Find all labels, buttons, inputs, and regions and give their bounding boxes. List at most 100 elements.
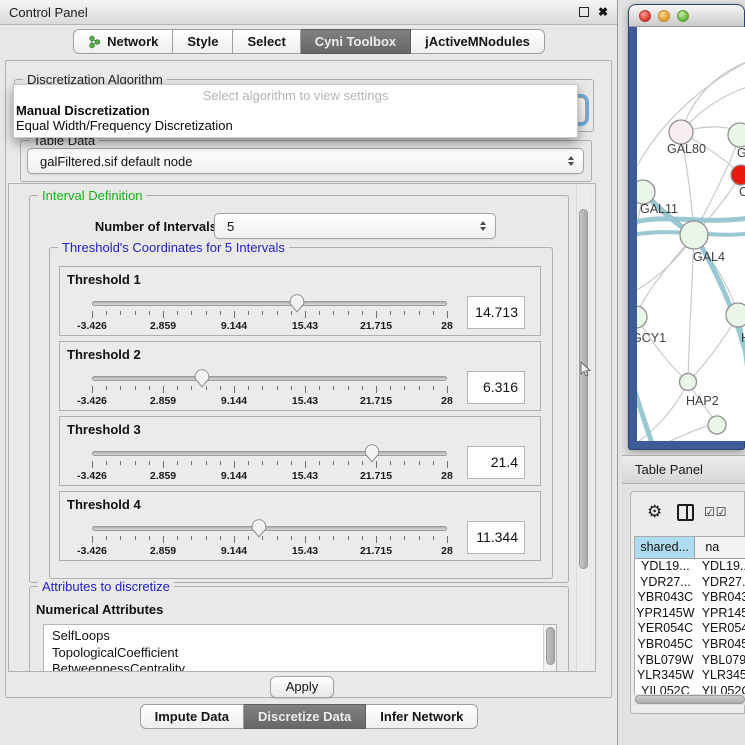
close-traffic-light[interactable] bbox=[639, 10, 651, 22]
minimize-traffic-light[interactable] bbox=[658, 10, 670, 22]
table-panel: ⚙ ☑☑ shared... na YDL19...YDL19... YDR27… bbox=[630, 491, 745, 714]
tab-jactivemnodules[interactable]: jActiveMNodules bbox=[411, 29, 545, 54]
node-selected-red[interactable] bbox=[731, 165, 745, 185]
threshold-2-value-field[interactable]: 6.316 bbox=[467, 371, 525, 404]
interval-definition-title: Interval Definition bbox=[38, 188, 146, 203]
combo-arrows-icon bbox=[480, 221, 486, 231]
numerical-attributes-label: Numerical Attributes bbox=[36, 602, 163, 617]
attributes-list-scrollbar[interactable] bbox=[543, 625, 556, 672]
network-window-titlebar bbox=[629, 5, 744, 27]
table-data-combobox[interactable]: galFiltered.sif default node bbox=[27, 148, 584, 174]
zoom-traffic-light[interactable] bbox=[677, 10, 689, 22]
threshold-3-value-field[interactable]: 21.4 bbox=[467, 446, 525, 479]
network-canvas[interactable]: GAL80 GAL C GAL11 GAL4 GCY1 H HAP2 bbox=[637, 27, 745, 441]
float-window-icon[interactable] bbox=[579, 7, 589, 17]
threshold-4-value-field[interactable]: 11.344 bbox=[467, 521, 525, 554]
node-gal80[interactable] bbox=[669, 120, 693, 144]
table-data-value: galFiltered.sif default node bbox=[40, 154, 192, 169]
panel-title: Control Panel bbox=[9, 5, 570, 20]
screen: Control Panel ✖ Network Style Select Cyn… bbox=[0, 0, 745, 745]
threshold-2-slider[interactable] bbox=[92, 376, 447, 381]
popup-hint: Select algorithm to view settings bbox=[14, 88, 577, 103]
node-h[interactable] bbox=[726, 303, 745, 327]
bottom-tab-bar: Impute Data Discretize Data Infer Networ… bbox=[0, 704, 618, 729]
threshold-1-slider[interactable] bbox=[92, 301, 447, 306]
tab-select[interactable]: Select bbox=[233, 29, 300, 54]
tab-style[interactable]: Style bbox=[173, 29, 233, 54]
threshold-2-panel: Threshold 2 -3.4262.8599.14415.4321.7152… bbox=[59, 341, 541, 411]
list-item[interactable]: SelfLoops bbox=[44, 625, 556, 645]
apply-button[interactable]: Apply bbox=[270, 676, 334, 698]
numerical-attributes-list: SelfLoops TopologicalCoefficient Between… bbox=[43, 624, 557, 672]
table-row[interactable]: YLR345WYLR345W bbox=[635, 668, 745, 684]
threshold-4-scale: -3.4262.8599.14415.4321.71528 bbox=[92, 536, 447, 560]
node-table: shared... na YDL19...YDL19... YDR27...YD… bbox=[634, 536, 745, 704]
tab-discretize-data[interactable]: Discretize Data bbox=[244, 704, 366, 729]
close-icon[interactable]: ✖ bbox=[598, 6, 608, 18]
threshold-2-label: Threshold 2 bbox=[67, 347, 141, 362]
threshold-4-slider[interactable] bbox=[92, 526, 447, 531]
table-panel-title: Table Panel bbox=[635, 462, 703, 477]
scrollbar-thumb[interactable] bbox=[579, 209, 588, 569]
mouse-cursor bbox=[580, 361, 592, 378]
column-header-name[interactable]: na bbox=[695, 537, 745, 558]
control-panel-titlebar: Control Panel ✖ bbox=[0, 0, 617, 25]
scrollbar-thumb[interactable] bbox=[635, 695, 745, 704]
threshold-1-scale: -3.4262.8599.14415.4321.71528 bbox=[92, 311, 447, 335]
node-unlabeled[interactable] bbox=[728, 123, 745, 147]
network-graph: GAL80 GAL C GAL11 GAL4 GCY1 H HAP2 bbox=[637, 27, 745, 441]
node-gal4[interactable] bbox=[680, 221, 708, 249]
control-panel-window: Control Panel ✖ Network Style Select Cyn… bbox=[0, 0, 618, 745]
gear-icon[interactable]: ⚙ bbox=[647, 503, 662, 520]
node-label-gal4: GAL4 bbox=[693, 250, 725, 264]
table-row[interactable]: YPR145WYPR145W bbox=[635, 606, 745, 622]
popup-option-equal-width[interactable]: Equal Width/Frequency Discretization bbox=[14, 118, 577, 133]
list-item[interactable]: TopologicalCoefficient bbox=[44, 645, 556, 662]
table-panel-titlebar: Table Panel bbox=[622, 455, 745, 484]
tab-network[interactable]: Network bbox=[73, 29, 173, 54]
list-item[interactable]: BetweennessCentrality bbox=[44, 661, 556, 672]
node-bottom[interactable] bbox=[708, 416, 726, 434]
tab-impute-data[interactable]: Impute Data bbox=[140, 704, 244, 729]
popup-option-manual[interactable]: Manual Discretization bbox=[14, 103, 577, 118]
tab-infer-network[interactable]: Infer Network bbox=[366, 704, 478, 729]
node-label-gal80: GAL80 bbox=[667, 142, 706, 156]
attributes-group-title: Attributes to discretize bbox=[38, 579, 174, 594]
threshold-1-value-field[interactable]: 14.713 bbox=[467, 296, 525, 329]
tab-cyni-toolbox[interactable]: Cyni Toolbox bbox=[301, 29, 411, 54]
combo-arrows-icon bbox=[568, 156, 574, 166]
select-checkboxes-icon[interactable]: ☑☑ bbox=[704, 505, 728, 519]
table-row[interactable]: YDL19...YDL19... bbox=[635, 559, 745, 575]
algorithm-dropdown-popup: Select algorithm to view settings Manual… bbox=[13, 84, 578, 138]
table-row[interactable]: YBR045CYBR045C bbox=[635, 637, 745, 653]
threshold-2-scale: -3.4262.8599.14415.4321.71528 bbox=[92, 386, 447, 410]
network-view-window: GAL80 GAL C GAL11 GAL4 GCY1 H HAP2 bbox=[628, 4, 745, 450]
table-row[interactable]: YBL079WYBL079W bbox=[635, 653, 745, 669]
column-header-shared-name[interactable]: shared... bbox=[635, 537, 695, 558]
threshold-3-scale: -3.4262.8599.14415.4321.71528 bbox=[92, 461, 447, 485]
node-label-gcy1: GCY1 bbox=[637, 331, 666, 345]
threshold-3-slider[interactable] bbox=[92, 451, 447, 456]
tab-network-label: Network bbox=[107, 34, 158, 49]
node-label-hap2: HAP2 bbox=[686, 394, 719, 408]
node-gal11[interactable] bbox=[637, 180, 655, 204]
settings-vertical-scrollbar[interactable] bbox=[576, 185, 590, 670]
table-header-row: shared... na bbox=[635, 537, 745, 559]
number-of-intervals-value: 5 bbox=[227, 219, 234, 234]
node-label-clipped-c: C bbox=[739, 185, 745, 199]
settings-scroll-viewport: Interval Definition Number of Intervals … bbox=[8, 183, 596, 672]
threshold-1-panel: Threshold 1 -3.4262.8599.14415.4321.7152… bbox=[59, 266, 541, 336]
node-hap2[interactable] bbox=[680, 374, 697, 391]
node-label-clipped-h: H bbox=[741, 331, 745, 345]
threshold-4-panel: Threshold 4 -3.4262.8599.14415.4321.7152… bbox=[59, 491, 541, 561]
table-row[interactable]: YDR27...YDR27... bbox=[635, 575, 745, 591]
table-row[interactable]: YBR043CYBR043C bbox=[635, 590, 745, 606]
column-selector-icon[interactable] bbox=[677, 504, 694, 521]
threshold-coordinates-title: Threshold's Coordinates for 5 Intervals bbox=[58, 240, 289, 255]
table-horizontal-scrollbar[interactable] bbox=[634, 694, 745, 705]
node-gcy1[interactable] bbox=[637, 306, 647, 328]
node-label-clipped-ga: GAL bbox=[737, 146, 745, 160]
node-label-gal11: GAL11 bbox=[640, 202, 678, 216]
table-row[interactable]: YER054CYER054C bbox=[635, 621, 745, 637]
number-of-intervals-combobox[interactable]: 5 bbox=[214, 213, 496, 239]
